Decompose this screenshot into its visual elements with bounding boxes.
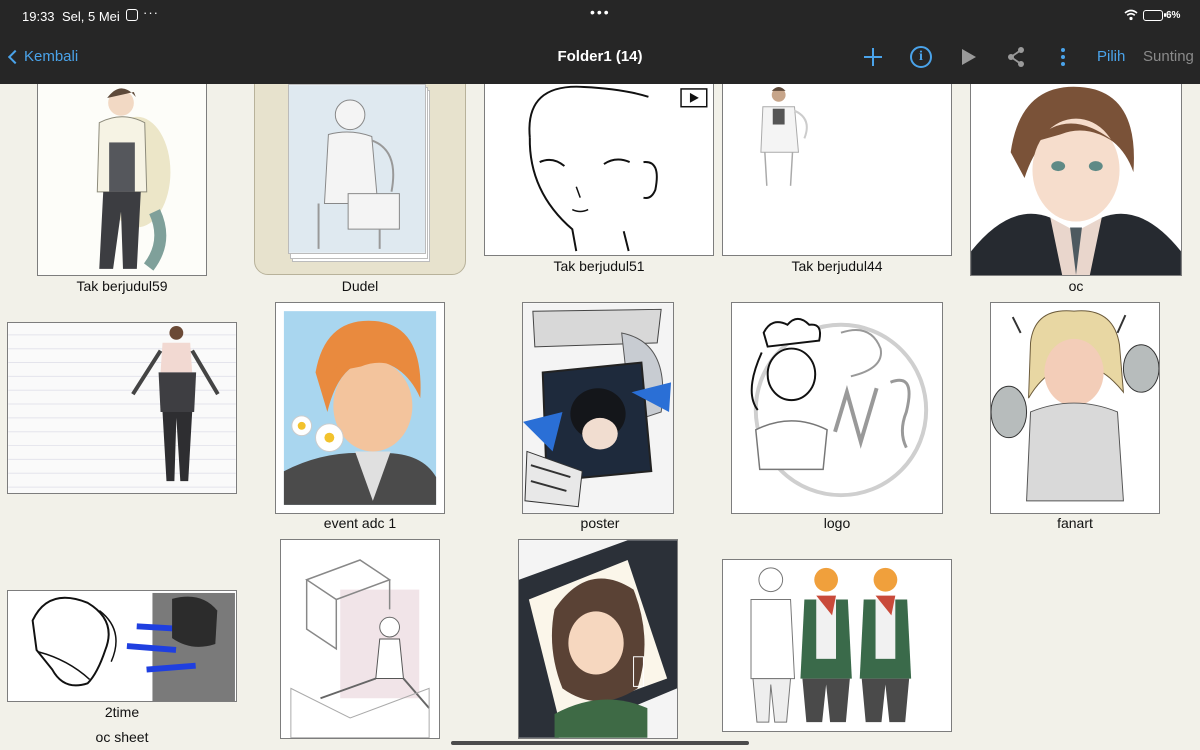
artwork-thumbnail bbox=[280, 539, 440, 739]
status-more-notifications: ··· bbox=[143, 5, 159, 20]
fanart-illustration bbox=[991, 303, 1159, 513]
info-icon[interactable]: i bbox=[910, 46, 932, 68]
chevron-left-icon bbox=[7, 49, 23, 64]
artwork-item[interactable]: Tak berjudul44 bbox=[720, 84, 960, 279]
artwork-title: event adc 1 bbox=[323, 515, 397, 531]
artwork-thumbnail bbox=[990, 302, 1160, 514]
status-date: Sel, 5 Mei bbox=[62, 9, 120, 24]
artwork-thumbnail bbox=[518, 539, 678, 739]
portrait-with-flower bbox=[276, 303, 444, 513]
poster-illustration bbox=[523, 303, 673, 513]
back-button[interactable]: Kembali bbox=[7, 48, 79, 65]
artwork-item[interactable]: oc bbox=[960, 84, 1200, 299]
artwork-thumbnail bbox=[722, 84, 952, 256]
notification-app-icon bbox=[126, 9, 138, 21]
character-sheet bbox=[8, 323, 236, 493]
artwork-item[interactable]: 2time bbox=[0, 584, 245, 729]
more-vertical-icon[interactable] bbox=[1057, 46, 1069, 68]
character-illustration bbox=[38, 84, 206, 275]
plus-icon[interactable] bbox=[863, 46, 883, 68]
artwork-item[interactable]: event adc 1 bbox=[260, 302, 460, 534]
navigation-bar: Kembali Folder1 (14) i Pilih Sunting bbox=[0, 32, 1200, 84]
artwork-thumbnail bbox=[722, 559, 952, 732]
logo-sketch bbox=[732, 303, 942, 513]
artwork-item[interactable]: oc sheet bbox=[0, 316, 245, 745]
artwork-title: fanart bbox=[1057, 515, 1093, 531]
2time-sketch bbox=[9, 591, 235, 701]
face-sketch bbox=[485, 84, 713, 255]
page-title: Folder1 (14) bbox=[557, 48, 643, 65]
artwork-item[interactable]: logo bbox=[725, 302, 955, 534]
artwork-item[interactable] bbox=[720, 559, 960, 749]
artwork-thumbnail bbox=[288, 84, 426, 254]
artwork-item[interactable] bbox=[270, 539, 460, 750]
artwork-title: oc sheet bbox=[95, 729, 149, 745]
artwork-thumbnail bbox=[970, 84, 1182, 276]
artwork-title: logo bbox=[823, 515, 851, 531]
tiger-characters bbox=[723, 560, 951, 731]
multitask-handle[interactable]: ••• bbox=[590, 4, 611, 20]
back-label: Kembali bbox=[24, 48, 79, 65]
artwork-title: 2time bbox=[104, 704, 140, 720]
artwork-thumbnail bbox=[275, 302, 445, 514]
battery-icon bbox=[1143, 10, 1166, 21]
artwork-thumbnail bbox=[522, 302, 674, 514]
status-time: 19:33 bbox=[22, 9, 55, 24]
gift-box-sketch bbox=[281, 540, 439, 738]
status-bar: 19:33 Sel, 5 Mei ··· ••• 6% bbox=[0, 0, 1200, 32]
artwork-thumbnail bbox=[7, 322, 237, 494]
kebab-dot bbox=[1061, 62, 1065, 66]
artwork-title: Tak berjudul59 bbox=[76, 278, 168, 294]
kebab-dot bbox=[1061, 48, 1065, 52]
artwork-item[interactable]: Tak berjudul51 bbox=[480, 84, 720, 279]
folder-title: Dudel bbox=[341, 278, 379, 294]
artwork-item[interactable]: poster bbox=[500, 302, 700, 534]
artwork-thumbnail bbox=[484, 84, 714, 256]
home-indicator[interactable] bbox=[451, 741, 749, 745]
artwork-thumbnail bbox=[731, 302, 943, 514]
character-sketch bbox=[723, 84, 951, 255]
artwork-title: poster bbox=[580, 515, 620, 531]
artwork-item[interactable] bbox=[505, 539, 695, 750]
artwork-item[interactable]: Tak berjudul59 bbox=[0, 84, 240, 299]
edit-button[interactable]: Sunting bbox=[1143, 48, 1194, 65]
artwork-title: oc bbox=[1068, 278, 1084, 294]
share-icon[interactable] bbox=[1006, 46, 1026, 68]
play-icon[interactable] bbox=[962, 49, 976, 65]
folder-item[interactable]: Dudel bbox=[250, 84, 470, 299]
artwork-thumbnail bbox=[37, 84, 207, 276]
artwork-title: Tak berjudul51 bbox=[553, 258, 645, 274]
kebab-dot bbox=[1061, 55, 1065, 59]
wifi-icon bbox=[1124, 9, 1138, 21]
battery-level: 6% bbox=[1166, 10, 1181, 21]
sketch-illustration bbox=[289, 85, 425, 253]
select-button[interactable]: Pilih bbox=[1097, 48, 1125, 65]
portrait-illustration bbox=[971, 84, 1181, 275]
hijab-portrait bbox=[519, 540, 677, 738]
artwork-title: Tak berjudul44 bbox=[791, 258, 883, 274]
artwork-gallery: Tak berjudul59 Dudel Tak berjudul51 Tak … bbox=[0, 84, 1200, 750]
artwork-item[interactable]: fanart bbox=[975, 302, 1175, 534]
artwork-thumbnail bbox=[7, 590, 237, 702]
